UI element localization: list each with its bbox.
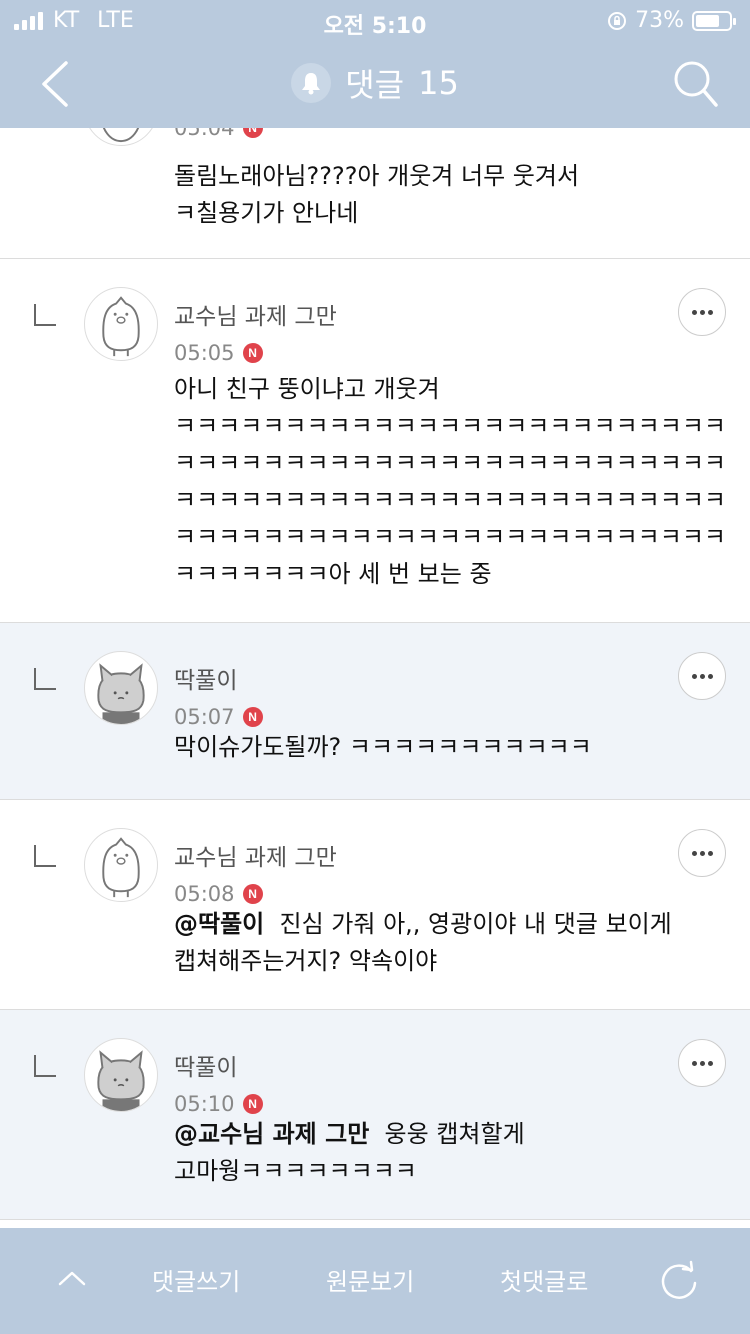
comment-text-line: ㅋㅋㅋㅋㅋㅋㅋ아 세 번 보는 중 <box>174 560 492 588</box>
comment-nickname: 딱풀이 <box>174 668 238 694</box>
comment-item: 교수님 과제 그만 05:05 N 아니 친구 뚱이냐고 개웃겨 ㅋㅋㅋㅋㅋㅋㅋ… <box>0 259 750 623</box>
timeline: 05:08 N <box>174 882 337 906</box>
timeline: 05:04 N <box>174 128 263 140</box>
comment-time: 05:08 <box>174 882 235 906</box>
new-badge: N <box>242 707 263 727</box>
more-options-button[interactable] <box>678 288 726 336</box>
avatar[interactable] <box>84 287 158 361</box>
battery-fill <box>696 14 720 27</box>
comment-time: 05:04 <box>174 128 235 140</box>
comment-text-line: @딱풀이 진심 가줘 아,, 영광이야 내 댓글 보이게 <box>174 906 710 943</box>
more-options-button[interactable] <box>678 829 726 877</box>
comment-meta: 교수님 과제 그만 05:05 N <box>174 297 337 365</box>
avatar[interactable] <box>84 651 158 725</box>
penguin-avatar-icon <box>102 296 140 357</box>
timeline: 05:10 N <box>174 1092 263 1116</box>
comment-item: 05:04 N 돌림노래아님????아 개웃겨 너무 웃겨서 ㅋ칠용기가 안나네 <box>0 128 750 259</box>
search-button[interactable] <box>668 54 724 114</box>
avatar[interactable] <box>84 128 158 146</box>
cat-avatar-icon <box>97 663 145 724</box>
page-title: 댓글 15 <box>0 60 750 106</box>
comment-body: @교수님 과제 그만 웅웅 캡쳐할게 고마웡ㅋㅋㅋㅋㅋㅋㅋㅋ <box>174 1116 710 1190</box>
comment-nickname: 교수님 과제 그만 <box>174 304 337 330</box>
comment-text-line: 캡쳐해주는거지? 약속이야 <box>174 947 438 975</box>
battery-percent: 73% <box>635 8 684 33</box>
comment-item: 교수님 과제 그만 05:08 N @딱풀이 진심 가줘 아,, 영광이야 내 … <box>0 800 750 1010</box>
comment-meta: 05:04 N <box>174 128 263 140</box>
new-badge: N <box>242 884 263 904</box>
title-label: 댓글 <box>345 66 405 104</box>
comment-text-line: ㅋㅋㅋㅋㅋㅋㅋㅋㅋㅋㅋㅋㅋㅋㅋㅋㅋㅋㅋㅋㅋㅋㅋㅋㅋ <box>174 412 726 440</box>
comment-text-line: ㅋㅋㅋㅋㅋㅋㅋㅋㅋㅋㅋㅋㅋㅋㅋㅋㅋㅋㅋㅋㅋㅋㅋㅋㅋ <box>174 523 726 551</box>
comment-body: @딱풀이 진심 가줘 아,, 영광이야 내 댓글 보이게 캡쳐해주는거지? 약속… <box>174 906 710 980</box>
comment-item: 딱풀이 05:07 N 막이슈가도될까? ㅋㅋㅋㅋㅋㅋㅋㅋㅋㅋㅋ <box>0 623 750 800</box>
comment-item: 딱풀이 05:10 N @교수님 과제 그만 웅웅 캡쳐할게 고마웡ㅋㅋㅋㅋㅋㅋ… <box>0 1010 750 1220</box>
battery-icon <box>692 10 736 31</box>
comment-nickname: 교수님 과제 그만 <box>174 845 337 871</box>
nav-bar: 댓글 15 <box>0 40 750 128</box>
new-badge: N <box>242 343 263 363</box>
comment-text-line: ㅋ칠용기가 안나네 <box>174 199 359 227</box>
more-options-button[interactable] <box>678 1039 726 1087</box>
mention-link[interactable]: @교수님 과제 그만 <box>174 1120 369 1148</box>
comment-body: 돌림노래아님????아 개웃겨 너무 웃겨서 ㅋ칠용기가 안나네 <box>174 158 710 232</box>
new-badge: N <box>242 1094 263 1114</box>
comment-meta: 딱풀이 05:07 N <box>174 661 263 729</box>
comment-list[interactable]: 05:04 N 돌림노래아님????아 개웃겨 너무 웃겨서 ㅋ칠용기가 안나네… <box>0 128 750 1228</box>
refresh-button[interactable] <box>656 1258 702 1304</box>
status-right: 73% <box>607 8 736 33</box>
comment-count: 15 <box>418 64 459 102</box>
comment-time: 05:10 <box>174 1092 235 1116</box>
new-badge: N <box>242 128 263 138</box>
timeline: 05:05 N <box>174 341 337 365</box>
comment-meta: 딱풀이 05:10 N <box>174 1048 263 1116</box>
comment-text-line: ㅋㅋㅋㅋㅋㅋㅋㅋㅋㅋㅋㅋㅋㅋㅋㅋㅋㅋㅋㅋㅋㅋㅋㅋㅋ <box>174 486 726 514</box>
bell-icon[interactable] <box>291 63 332 103</box>
rotation-lock-icon <box>608 11 627 30</box>
comment-text-line: 고마웡ㅋㅋㅋㅋㅋㅋㅋㅋ <box>174 1157 417 1185</box>
reply-arrow-icon <box>34 304 56 326</box>
cat-avatar-icon <box>97 1050 145 1111</box>
reply-arrow-icon <box>34 1055 56 1077</box>
comment-time: 05:07 <box>174 705 235 729</box>
comment-body: 아니 친구 뚱이냐고 개웃겨 ㅋㅋㅋㅋㅋㅋㅋㅋㅋㅋㅋㅋㅋㅋㅋㅋㅋㅋㅋㅋㅋㅋㅋㅋㅋ… <box>174 371 726 593</box>
search-icon <box>674 61 718 107</box>
comment-text: 웅웅 캡쳐할게 <box>384 1120 525 1148</box>
bottom-toolbar: 댓글쓰기 원문보기 첫댓글로 <box>0 1228 750 1334</box>
comment-text-line: 아니 친구 뚱이냐고 개웃겨 <box>174 375 440 403</box>
timeline: 05:07 N <box>174 705 263 729</box>
view-original-button[interactable]: 원문보기 <box>326 1262 414 1297</box>
comment-time: 05:05 <box>174 341 235 365</box>
reply-arrow-icon <box>34 845 56 867</box>
comment-text-line: 돌림노래아님????아 개웃겨 너무 웃겨서 <box>174 162 580 190</box>
avatar[interactable] <box>84 1038 158 1112</box>
status-bar: KT LTE 오전 5:10 73% <box>0 0 750 40</box>
comment-text-line: ㅋㅋㅋㅋㅋㅋㅋㅋㅋㅋㅋㅋㅋㅋㅋㅋㅋㅋㅋㅋㅋㅋㅋㅋㅋ <box>174 449 726 477</box>
comment-nickname: 딱풀이 <box>174 1055 238 1081</box>
more-options-button[interactable] <box>678 652 726 700</box>
chevron-up-icon <box>58 1271 86 1286</box>
comment-body: 막이슈가도될까? ㅋㅋㅋㅋㅋㅋㅋㅋㅋㅋㅋ <box>174 729 710 766</box>
avatar[interactable] <box>84 828 158 902</box>
mention-link[interactable]: @딱풀이 <box>174 910 264 938</box>
write-comment-button[interactable]: 댓글쓰기 <box>152 1262 240 1297</box>
scroll-top-button[interactable] <box>52 1258 92 1298</box>
comment-text: 진심 가줘 아,, 영광이야 내 댓글 보이게 <box>279 910 672 938</box>
penguin-avatar-icon <box>102 837 140 898</box>
reply-arrow-icon <box>34 668 56 690</box>
comment-text-line: 막이슈가도될까? ㅋㅋㅋㅋㅋㅋㅋㅋㅋㅋㅋ <box>174 733 592 761</box>
comment-text-line: @교수님 과제 그만 웅웅 캡쳐할게 <box>174 1116 710 1153</box>
comment-meta: 교수님 과제 그만 05:08 N <box>174 838 337 906</box>
refresh-icon <box>661 1260 697 1299</box>
first-comment-button[interactable]: 첫댓글로 <box>500 1262 588 1297</box>
